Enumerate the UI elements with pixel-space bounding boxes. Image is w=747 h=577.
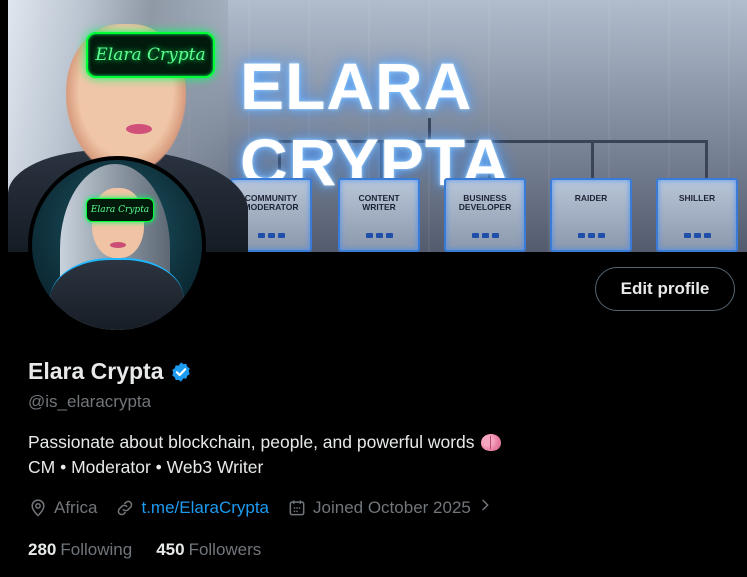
- role-box: RAIDER: [550, 178, 632, 252]
- avatar-image: Elara Crypta: [32, 160, 202, 330]
- bio-line: Passionate about blockchain, people, and…: [28, 432, 501, 453]
- avatar-visor-text: Elara Crypta: [90, 205, 150, 215]
- following-label: Following: [60, 540, 133, 559]
- name-row: Elara Crypta: [28, 358, 192, 385]
- avatar-visor: Elara Crypta: [86, 198, 154, 222]
- follow-stats: 280 Following 450 Followers: [28, 540, 261, 560]
- following-link[interactable]: 280 Following: [28, 540, 132, 560]
- username-handle: @is_elaracrypta: [28, 392, 152, 411]
- location-text: Africa: [54, 497, 98, 517]
- bio-text: Passionate about blockchain, people, and…: [28, 432, 475, 452]
- bio-line: CM • Moderator • Web3 Writer: [28, 457, 264, 477]
- role-box: BUSINESS DEVELOPER: [444, 178, 526, 252]
- avatar-body: [50, 258, 184, 330]
- role-box: SHILLER: [656, 178, 738, 252]
- character-lips: [126, 124, 152, 134]
- join-date-text: Joined October 2025: [313, 497, 471, 517]
- calendar-icon: [289, 500, 305, 515]
- role-label: RAIDER: [574, 193, 608, 203]
- chevron-right-icon[interactable]: [477, 497, 493, 518]
- join-date[interactable]: Joined October 2025: [287, 497, 493, 518]
- avatar-lips: [110, 242, 126, 248]
- role-label: CONTENT WRITER: [358, 193, 400, 212]
- role-label: SHILLER: [678, 193, 716, 203]
- link-icon: [118, 500, 133, 515]
- location: Africa: [28, 498, 97, 518]
- visor-text: Elara Crypta: [95, 45, 206, 65]
- box-icons: [257, 233, 285, 238]
- website-link[interactable]: t.me/ElaraCrypta: [115, 498, 269, 518]
- followers-link[interactable]: 450 Followers: [156, 540, 261, 560]
- box-icons: [365, 233, 393, 238]
- role-label: BUSINESS DEVELOPER: [458, 193, 512, 212]
- profile-meta: Africa t.me/ElaraCrypta Joined October 2…: [28, 497, 511, 518]
- location-pin-icon: [31, 498, 45, 517]
- followers-label: Followers: [188, 540, 262, 559]
- box-icons: [577, 233, 605, 238]
- brain-emoji-icon: [480, 434, 501, 451]
- following-count: 280: [28, 540, 57, 559]
- role-box: CONTENT WRITER: [338, 178, 420, 252]
- edit-profile-button[interactable]: Edit profile: [595, 267, 735, 311]
- box-icons: [471, 233, 499, 238]
- followers-count: 450: [156, 540, 185, 559]
- character-visor: Elara Crypta: [86, 32, 215, 78]
- verified-badge-icon[interactable]: [170, 361, 192, 383]
- website-url[interactable]: t.me/ElaraCrypta: [141, 498, 269, 518]
- display-name: Elara Crypta: [28, 358, 164, 384]
- box-icons: [683, 233, 711, 238]
- avatar[interactable]: Elara Crypta: [28, 156, 206, 334]
